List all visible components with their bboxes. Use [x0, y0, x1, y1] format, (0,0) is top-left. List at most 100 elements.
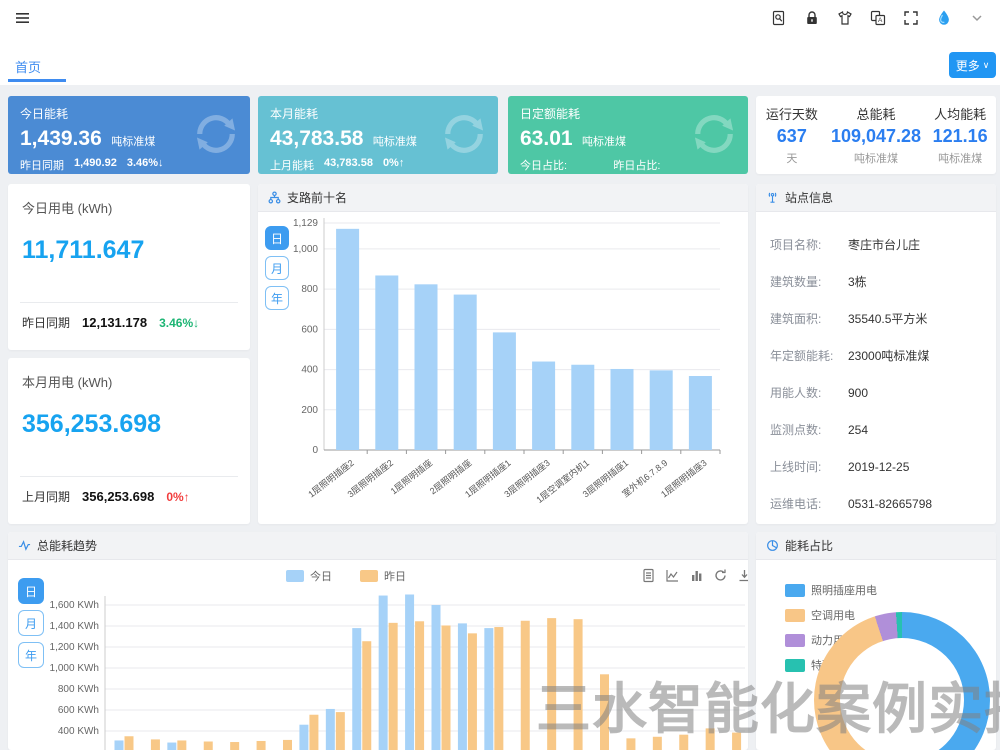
- divider: [20, 302, 238, 303]
- hamburger-menu-icon[interactable]: [14, 9, 32, 27]
- tab-home-underline: [8, 79, 66, 82]
- usage-title: 本月用电 (kWh): [22, 372, 112, 391]
- legend-swatch: [785, 659, 805, 672]
- kpi-compare-label: 昨日同期: [20, 157, 64, 173]
- site-info-row: 建筑面积:35540.5平方米: [770, 300, 986, 337]
- legend-label: 空调用电: [811, 607, 855, 623]
- theme-skin-icon[interactable]: [836, 9, 854, 27]
- pulse-line-icon: [18, 539, 31, 552]
- trend-chart-svg[interactable]: 400 KWh600 KWh800 KWh1,000 KWh1,200 KWh1…: [8, 560, 748, 750]
- svg-text:800: 800: [301, 284, 318, 295]
- svg-text:200: 200: [301, 405, 318, 416]
- branch-panel-title: 支路前十名: [287, 189, 347, 206]
- kpi-card-month-energy: 本月能耗 43,783.58 吨标准煤 上月能耗 43,783.58 0%↑: [258, 96, 498, 174]
- branch-chart-svg[interactable]: 02004006008001,0001,1291层照明插座23层照明插座21层照…: [258, 212, 748, 524]
- usage-value: 356,253.698: [22, 410, 161, 439]
- site-panel-title: 站点信息: [785, 189, 833, 206]
- usage-compare-row: 昨日同期 12,131.178 3.46%↓: [22, 314, 199, 331]
- maintenance-icon[interactable]: [770, 9, 788, 27]
- topbar-actions: A: [770, 9, 986, 27]
- kpi-delta: 0%↑: [383, 157, 404, 173]
- svg-text:1,129: 1,129: [293, 218, 318, 229]
- usage-value: 11,711.647: [22, 236, 144, 265]
- trend-panel-title: 总能耗趋势: [37, 537, 97, 554]
- svg-text:1,000: 1,000: [293, 244, 318, 255]
- stat-unit: 吨标准煤: [828, 150, 925, 166]
- lock-icon[interactable]: [803, 9, 821, 27]
- svg-text:600 KWh: 600 KWh: [58, 705, 99, 716]
- stat-unit: 天: [756, 150, 828, 166]
- usage-title: 今日用电 (kWh): [22, 198, 112, 217]
- legend-swatch: [785, 634, 805, 647]
- kpi-card-today-energy: 今日能耗 1,439.36 吨标准煤 昨日同期 1,490.92 3.46%↓: [8, 96, 250, 174]
- energy-ratio-panel: 能耗占比 照明插座用电空调用电动力用电特殊用电: [756, 532, 996, 750]
- site-info-value: 枣庄市台儿庄: [848, 236, 920, 253]
- usage-delta: 3.46%↓: [159, 316, 199, 330]
- kpi-today-ratio: 今日占比: 2,284.2%: [520, 157, 603, 174]
- kpi-value: 63.01: [520, 127, 573, 150]
- pie-panel-title: 能耗占比: [785, 537, 833, 554]
- kpi-value: 1,439.36: [20, 127, 102, 150]
- site-info-label: 建筑数量:: [770, 273, 848, 290]
- usage-compare-value: 12,131.178: [82, 315, 147, 330]
- donut-hole: [840, 638, 964, 750]
- refresh-icon[interactable]: [438, 108, 490, 160]
- language-icon[interactable]: A: [869, 9, 887, 27]
- legend-item[interactable]: 照明插座用电: [785, 582, 877, 598]
- site-info-value: 254: [848, 423, 868, 437]
- site-info-value: 2019-12-25: [848, 460, 909, 474]
- site-info-row: 运维电话:0531-82665798: [770, 485, 986, 522]
- svg-text:0: 0: [312, 445, 318, 456]
- legend-label: 照明插座用电: [811, 582, 877, 598]
- logo-water-drop-icon[interactable]: [935, 9, 953, 27]
- stat-label: 运行天数: [756, 104, 828, 123]
- stat-total-energy: 总能耗 109,047.28 吨标准煤: [828, 104, 925, 166]
- summary-stats-panel: 运行天数 637 天 总能耗 109,047.28 吨标准煤 人均能耗 121.…: [756, 96, 996, 174]
- svg-text:400: 400: [301, 365, 318, 376]
- kpi-delta: 3.46%↓: [127, 157, 164, 173]
- kpi-card-daily-quota: 日定额能耗 63.01 吨标准煤 今日占比: 2,284.2% 昨日占比: 2,…: [508, 96, 748, 174]
- topbar: A: [0, 0, 1000, 36]
- site-info-row: 年定额能耗:23000吨标准煤: [770, 337, 986, 374]
- tabbar: 首页 更多 ∨: [0, 36, 1000, 85]
- svg-text:1,600 KWh: 1,600 KWh: [50, 600, 99, 611]
- kpi-unit: 吨标准煤: [582, 136, 626, 148]
- more-button-label: 更多: [956, 57, 980, 74]
- svg-text:1,400 KWh: 1,400 KWh: [50, 621, 99, 632]
- branch-panel-header: 支路前十名: [258, 184, 748, 212]
- site-info-value: 0531-82665798: [848, 497, 932, 511]
- site-info-row: 建筑数量:3栋: [770, 263, 986, 300]
- site-info-label: 用能人数:: [770, 384, 848, 401]
- energy-dashboard-page: A 首页 更多 ∨ 今日能耗 1,439.36 吨标准煤 昨日: [0, 0, 1000, 750]
- org-chart-icon: [268, 191, 281, 204]
- stat-per-capita-energy: 人均能耗 121.16 吨标准煤: [924, 104, 996, 166]
- refresh-icon[interactable]: [688, 108, 740, 160]
- chevron-down-icon[interactable]: [968, 9, 986, 27]
- svg-text:800 KWh: 800 KWh: [58, 684, 99, 695]
- fullscreen-icon[interactable]: [902, 9, 920, 27]
- site-info-label: 年定额能耗:: [770, 347, 848, 364]
- tab-home[interactable]: 首页: [15, 57, 41, 76]
- site-info-label: 监测点数:: [770, 421, 848, 438]
- site-info-row: 上线时间:2019-12-25: [770, 448, 986, 485]
- stat-running-days: 运行天数 637 天: [756, 104, 828, 166]
- trend-panel-header: 总能耗趋势: [8, 532, 748, 560]
- refresh-icon[interactable]: [190, 108, 242, 160]
- stat-label: 总能耗: [828, 104, 925, 123]
- trend-panel: 总能耗趋势 今日昨日 日 月 年 400 KWh600 KWh800 KWh1,…: [8, 532, 748, 750]
- pie-chart-icon: [766, 539, 779, 552]
- usage-card-today: 今日用电 (kWh) 11,711.647 昨日同期 12,131.178 3.…: [8, 184, 250, 350]
- site-info-label: 建筑面积:: [770, 310, 848, 327]
- stat-value: 109,047.28: [828, 126, 925, 147]
- kpi-compare-label: 上月能耗: [270, 157, 314, 173]
- site-info-row: 项目名称:枣庄市台儿庄: [770, 226, 986, 263]
- site-info-row: 用能人数:900: [770, 374, 986, 411]
- site-info-label: 项目名称:: [770, 236, 848, 253]
- branch-top10-panel: 支路前十名 日 月 年 02004006008001,0001,1291层照明插…: [258, 184, 748, 524]
- divider: [20, 476, 238, 477]
- antenna-icon: [766, 191, 779, 204]
- more-button[interactable]: 更多 ∨: [949, 52, 996, 78]
- stat-label: 人均能耗: [924, 104, 996, 123]
- legend-swatch: [785, 584, 805, 597]
- kpi-compare-value: 43,783.58: [324, 157, 373, 173]
